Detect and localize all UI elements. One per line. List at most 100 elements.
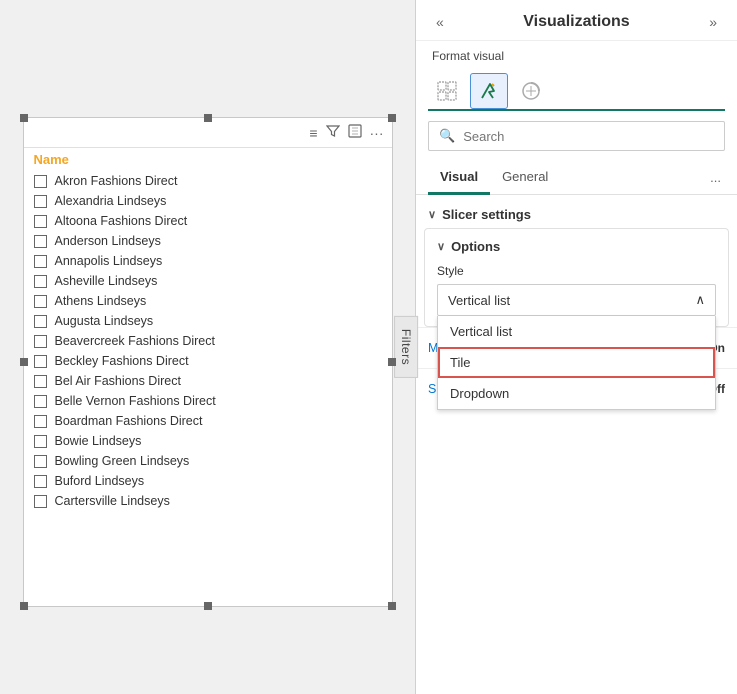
- checkbox[interactable]: [34, 295, 47, 308]
- search-box: 🔍: [428, 121, 725, 151]
- checkbox[interactable]: [34, 475, 47, 488]
- checkbox[interactable]: [34, 355, 47, 368]
- search-icon: 🔍: [439, 128, 455, 144]
- list-item[interactable]: Belle Vernon Fashions Direct: [24, 391, 392, 411]
- handle-ml[interactable]: [20, 358, 28, 366]
- item-label: Belle Vernon Fashions Direct: [55, 394, 216, 408]
- checkbox[interactable]: [34, 315, 47, 328]
- grid-view-btn[interactable]: [428, 73, 466, 109]
- list-item[interactable]: Annapolis Lindseys: [24, 251, 392, 271]
- list-item[interactable]: Asheville Lindseys: [24, 271, 392, 291]
- tab-visual[interactable]: Visual: [428, 161, 490, 195]
- analytics-btn[interactable]: [512, 73, 550, 109]
- checkbox[interactable]: [34, 415, 47, 428]
- style-dropdown-wrapper: Vertical list ∧ Vertical list Tile Dropd…: [437, 284, 716, 316]
- style-label: Style: [437, 264, 716, 278]
- item-label: Boardman Fashions Direct: [55, 414, 203, 428]
- list-item[interactable]: Bowling Green Lindseys: [24, 451, 392, 471]
- list-item[interactable]: Bowie Lindseys: [24, 431, 392, 451]
- item-label: Akron Fashions Direct: [55, 174, 178, 188]
- handle-mr[interactable]: [388, 358, 396, 366]
- handle-br[interactable]: [388, 602, 396, 610]
- list-item[interactable]: Anderson Lindseys: [24, 231, 392, 251]
- checkbox[interactable]: [34, 255, 47, 268]
- handle-tm[interactable]: [204, 114, 212, 122]
- checkbox[interactable]: [34, 395, 47, 408]
- style-dropdown-btn[interactable]: Vertical list ∧: [437, 284, 716, 316]
- handle-tl[interactable]: [20, 114, 28, 122]
- filters-tab[interactable]: Filters: [394, 316, 418, 378]
- checkbox[interactable]: [34, 275, 47, 288]
- list-item[interactable]: Altoona Fashions Direct: [24, 211, 392, 231]
- item-label: Beavercreek Fashions Direct: [55, 334, 215, 348]
- list-item[interactable]: Beavercreek Fashions Direct: [24, 331, 392, 351]
- checkbox[interactable]: [34, 235, 47, 248]
- item-label: Bowie Lindseys: [55, 434, 142, 448]
- chevron-down-icon: ∨: [428, 208, 436, 221]
- item-label: Bowling Green Lindseys: [55, 454, 190, 468]
- options-header[interactable]: ∨ Options: [437, 239, 716, 254]
- tabs-row: Visual General ...: [416, 161, 737, 195]
- slicer-widget: ≡ ··· Name Akron Fashions Direct Alexandr…: [23, 117, 393, 607]
- checkbox[interactable]: [34, 195, 47, 208]
- slicer-list[interactable]: Akron Fashions Direct Alexandria Lindseys…: [24, 169, 392, 597]
- viz-title: Visualizations: [523, 13, 629, 31]
- style-dropdown-menu: Vertical list Tile Dropdown: [437, 316, 716, 410]
- chevron-right-icon[interactable]: »: [705, 12, 721, 32]
- viz-icons-row: [416, 69, 737, 109]
- list-item[interactable]: Boardman Fashions Direct: [24, 411, 392, 431]
- left-panel: ≡ ··· Name Akron Fashions Direct Alexandr…: [0, 0, 415, 694]
- slicer-title: Name: [24, 148, 392, 169]
- list-item[interactable]: Buford Lindseys: [24, 471, 392, 491]
- viz-header: « Visualizations »: [416, 0, 737, 41]
- search-input[interactable]: [463, 129, 714, 144]
- list-item[interactable]: Athens Lindseys: [24, 291, 392, 311]
- checkbox[interactable]: [34, 215, 47, 228]
- more-icon[interactable]: ···: [370, 125, 384, 141]
- item-label: Beckley Fashions Direct: [55, 354, 189, 368]
- list-item[interactable]: Beckley Fashions Direct: [24, 351, 392, 371]
- item-label: Anderson Lindseys: [55, 234, 161, 248]
- item-label: Athens Lindseys: [55, 294, 147, 308]
- checkbox[interactable]: [34, 375, 47, 388]
- list-item[interactable]: Akron Fashions Direct: [24, 171, 392, 191]
- item-label: Augusta Lindseys: [55, 314, 154, 328]
- options-chevron-icon: ∨: [437, 240, 445, 253]
- dropdown-chevron-icon: ∧: [695, 292, 705, 308]
- checkbox[interactable]: [34, 175, 47, 188]
- format-visual-label: Format visual: [416, 41, 737, 69]
- checkbox[interactable]: [34, 495, 47, 508]
- expand-icon[interactable]: [348, 124, 362, 141]
- list-item[interactable]: Cartersville Lindseys: [24, 491, 392, 511]
- menu-icon[interactable]: ≡: [309, 125, 317, 141]
- handle-bm[interactable]: [204, 602, 212, 610]
- tab-more[interactable]: ...: [706, 166, 725, 189]
- checkbox[interactable]: [34, 455, 47, 468]
- list-item[interactable]: Alexandria Lindseys: [24, 191, 392, 211]
- chevron-left-icon[interactable]: «: [432, 12, 448, 32]
- options-section: ∨ Options Style Vertical list ∧ Vertical…: [424, 228, 729, 327]
- item-label: Annapolis Lindseys: [55, 254, 163, 268]
- filter-icon[interactable]: [326, 124, 340, 141]
- list-item[interactable]: Bel Air Fashions Direct: [24, 371, 392, 391]
- item-label: Altoona Fashions Direct: [55, 214, 188, 228]
- slicer-header: ≡ ···: [24, 118, 392, 148]
- checkbox[interactable]: [34, 335, 47, 348]
- options-label: Options: [451, 239, 500, 254]
- item-label: Buford Lindseys: [55, 474, 145, 488]
- dropdown-item-dropdown[interactable]: Dropdown: [438, 378, 715, 409]
- item-label: Alexandria Lindseys: [55, 194, 167, 208]
- handle-bl[interactable]: [20, 602, 28, 610]
- checkbox[interactable]: [34, 435, 47, 448]
- slicer-settings-label: Slicer settings: [442, 207, 531, 222]
- item-label: Cartersville Lindseys: [55, 494, 170, 508]
- style-selected-label: Vertical list: [448, 293, 510, 308]
- handle-tr[interactable]: [388, 114, 396, 122]
- tab-general[interactable]: General: [490, 161, 560, 195]
- item-label: Bel Air Fashions Direct: [55, 374, 181, 388]
- dropdown-item-vertical-list[interactable]: Vertical list: [438, 316, 715, 347]
- list-item[interactable]: Augusta Lindseys: [24, 311, 392, 331]
- dropdown-item-tile[interactable]: Tile: [438, 347, 715, 378]
- format-btn[interactable]: [470, 73, 508, 109]
- slicer-settings-header[interactable]: ∨ Slicer settings: [416, 203, 737, 228]
